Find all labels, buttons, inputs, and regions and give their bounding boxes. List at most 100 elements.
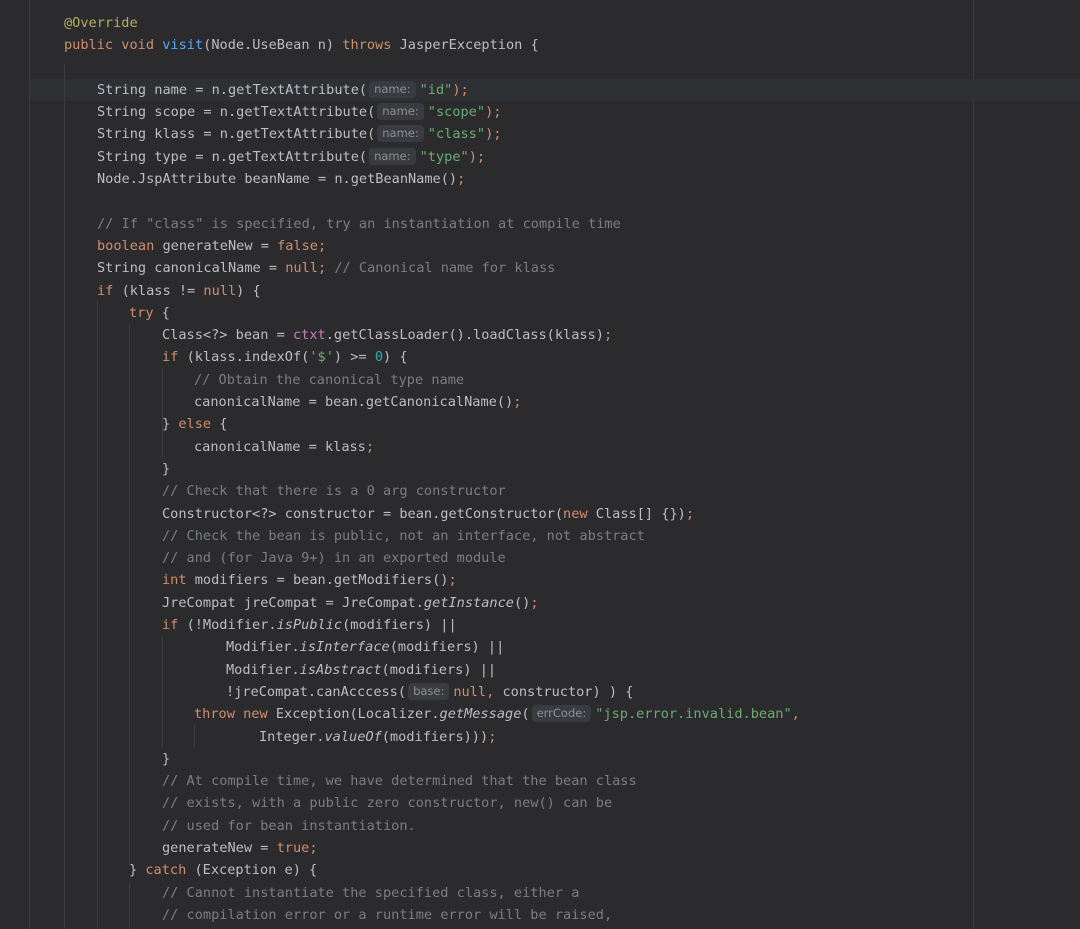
code-token: } xyxy=(129,862,146,879)
code-line[interactable]: // compilation error or a runtime error … xyxy=(0,904,1080,926)
code-line[interactable]: if (klass != null) { xyxy=(0,280,1080,302)
code-token: (Exception e) { xyxy=(194,862,318,879)
code-line[interactable] xyxy=(0,57,1080,79)
code-token: '$' xyxy=(309,349,334,366)
code-token: (modifiers) || xyxy=(389,639,505,656)
code-line[interactable]: Modifier.isInterface(modifiers) || xyxy=(0,636,1080,658)
code-token: ; xyxy=(488,728,497,745)
code-line[interactable]: // If "class" is specified, try an insta… xyxy=(0,213,1080,235)
code-line[interactable]: canonicalName = bean.getCanonicalName(); xyxy=(0,391,1080,413)
code-line[interactable]: // Check that there is a 0 arg construct… xyxy=(0,480,1080,502)
code-token: null, xyxy=(453,683,503,700)
code-token: ( xyxy=(521,706,530,723)
code-token: (klass.indexOf( xyxy=(186,349,310,366)
code-lines: @Override public void visit(Node.UseBean … xyxy=(0,12,1080,926)
code-token: // Canonical name for klass xyxy=(334,260,556,277)
code-token: // Check that there is a 0 arg construct… xyxy=(162,483,506,500)
code-token: Node.JspAttribute beanName = n.getBeanNa… xyxy=(97,171,458,188)
code-line[interactable]: !jreCompat.canAcccess(base: null, constru… xyxy=(0,681,1080,703)
parameter-hint: name: xyxy=(369,80,416,98)
code-line[interactable]: String name = n.getTextAttribute(name: "i… xyxy=(0,79,1080,101)
code-line[interactable]: throw new Exception(Localizer.getMessage… xyxy=(0,703,1080,725)
parameter-hint: base: xyxy=(408,682,450,700)
code-token: null; xyxy=(285,260,335,277)
code-token: ctxt xyxy=(292,327,326,344)
code-token: if xyxy=(162,349,187,366)
code-token: boolean xyxy=(97,237,163,254)
code-token: isInterface xyxy=(299,639,390,656)
code-token: ); xyxy=(468,148,486,165)
code-token: String klass = n.getTextAttribute( xyxy=(97,126,376,143)
code-line[interactable]: // Obtain the canonical type name xyxy=(0,369,1080,391)
code-line[interactable]: String type = n.getTextAttribute(name: "t… xyxy=(0,146,1080,168)
code-token: isPublic xyxy=(276,617,343,634)
code-line[interactable]: // Check the bean is public, not an inte… xyxy=(0,525,1080,547)
code-line[interactable]: generateNew = true; xyxy=(0,837,1080,859)
code-line[interactable]: String scope = n.getTextAttribute(name: "… xyxy=(0,101,1080,123)
code-token: JreCompat jreCompat = JreCompat. xyxy=(162,594,424,611)
code-line[interactable]: } catch (Exception e) { xyxy=(0,859,1080,881)
code-line[interactable]: Node.JspAttribute beanName = n.getBeanNa… xyxy=(0,168,1080,190)
code-token: catch xyxy=(145,862,195,879)
code-token: Modifier. xyxy=(226,661,300,678)
code-line[interactable]: boolean generateNew = false; xyxy=(0,235,1080,257)
code-token: @Override xyxy=(64,15,138,31)
code-line[interactable]: String klass = n.getTextAttribute(name: "… xyxy=(0,123,1080,145)
code-line[interactable]: // used for bean instantiation. xyxy=(0,815,1080,837)
code-token: } xyxy=(162,750,171,767)
code-token: String scope = n.getTextAttribute( xyxy=(97,104,376,121)
code-token: ); xyxy=(452,81,469,98)
code-line[interactable]: @Override xyxy=(0,12,1080,34)
code-line[interactable]: if (!Modifier.isPublic(modifiers) || xyxy=(0,614,1080,636)
code-token: 0 xyxy=(374,349,383,366)
code-line[interactable]: String canonicalName = null; // Canonica… xyxy=(0,257,1080,279)
code-token: ) { xyxy=(383,349,408,366)
code-token: isAbstract xyxy=(299,661,382,678)
code-token: { xyxy=(161,304,170,321)
code-line[interactable]: Modifier.isAbstract(modifiers) || xyxy=(0,659,1080,681)
code-token: null xyxy=(203,282,237,299)
code-line[interactable]: // Cannot instantiate the specified clas… xyxy=(0,882,1080,904)
code-line[interactable]: Class<?> bean = ctxt.getClassLoader().lo… xyxy=(0,324,1080,346)
code-token: true; xyxy=(276,839,318,856)
code-token: ); xyxy=(485,126,502,143)
code-line[interactable] xyxy=(0,190,1080,212)
code-token: // exists, with a public zero constructo… xyxy=(162,795,613,812)
code-line[interactable]: // At compile time, we have determined t… xyxy=(0,770,1080,792)
code-token: throws xyxy=(342,37,400,54)
code-token: (modifiers))) xyxy=(381,728,489,745)
code-token: JasperException { xyxy=(399,37,539,54)
code-token: , xyxy=(791,706,800,723)
code-token: ; xyxy=(685,505,694,522)
code-line[interactable]: if (klass.indexOf('$') >= 0) { xyxy=(0,346,1080,368)
code-line[interactable]: } xyxy=(0,458,1080,480)
code-token: else xyxy=(178,416,220,433)
code-token: "id" xyxy=(419,81,453,98)
code-token: ; xyxy=(365,438,375,455)
code-token: valueOf xyxy=(324,728,382,745)
code-line[interactable]: Constructor<?> constructor = bean.getCon… xyxy=(0,503,1080,525)
code-token: ; xyxy=(448,572,457,589)
code-token: false; xyxy=(277,237,327,254)
code-line[interactable]: int modifiers = bean.getModifiers(); xyxy=(0,569,1080,591)
parameter-hint: name: xyxy=(369,147,416,165)
code-token: (klass != xyxy=(121,282,204,299)
code-line[interactable]: } xyxy=(0,748,1080,770)
code-token: getInstance xyxy=(423,594,514,611)
code-line[interactable]: JreCompat jreCompat = JreCompat.getInsta… xyxy=(0,592,1080,614)
code-line[interactable]: Integer.valueOf(modifiers))); xyxy=(0,726,1080,748)
code-token: int xyxy=(162,572,195,589)
code-line[interactable]: // and (for Java 9+) in an exported modu… xyxy=(0,547,1080,569)
code-line[interactable]: canonicalName = klass; xyxy=(0,436,1080,458)
code-line[interactable]: try { xyxy=(0,302,1080,324)
code-line[interactable]: public void visit(Node.UseBean n) throws… xyxy=(0,34,1080,56)
code-token: throw new xyxy=(194,706,276,723)
code-line[interactable]: // exists, with a public zero constructo… xyxy=(0,792,1080,814)
code-token: } xyxy=(162,460,171,477)
code-token: // Obtain the canonical type name xyxy=(194,371,465,388)
code-token: canonicalName = klass xyxy=(194,438,366,455)
code-line[interactable]: } else { xyxy=(0,413,1080,435)
code-editor[interactable]: @Override public void visit(Node.UseBean … xyxy=(0,0,1080,929)
code-token: // Check the bean is public, not an inte… xyxy=(162,527,645,544)
code-token: "type" xyxy=(419,148,469,165)
